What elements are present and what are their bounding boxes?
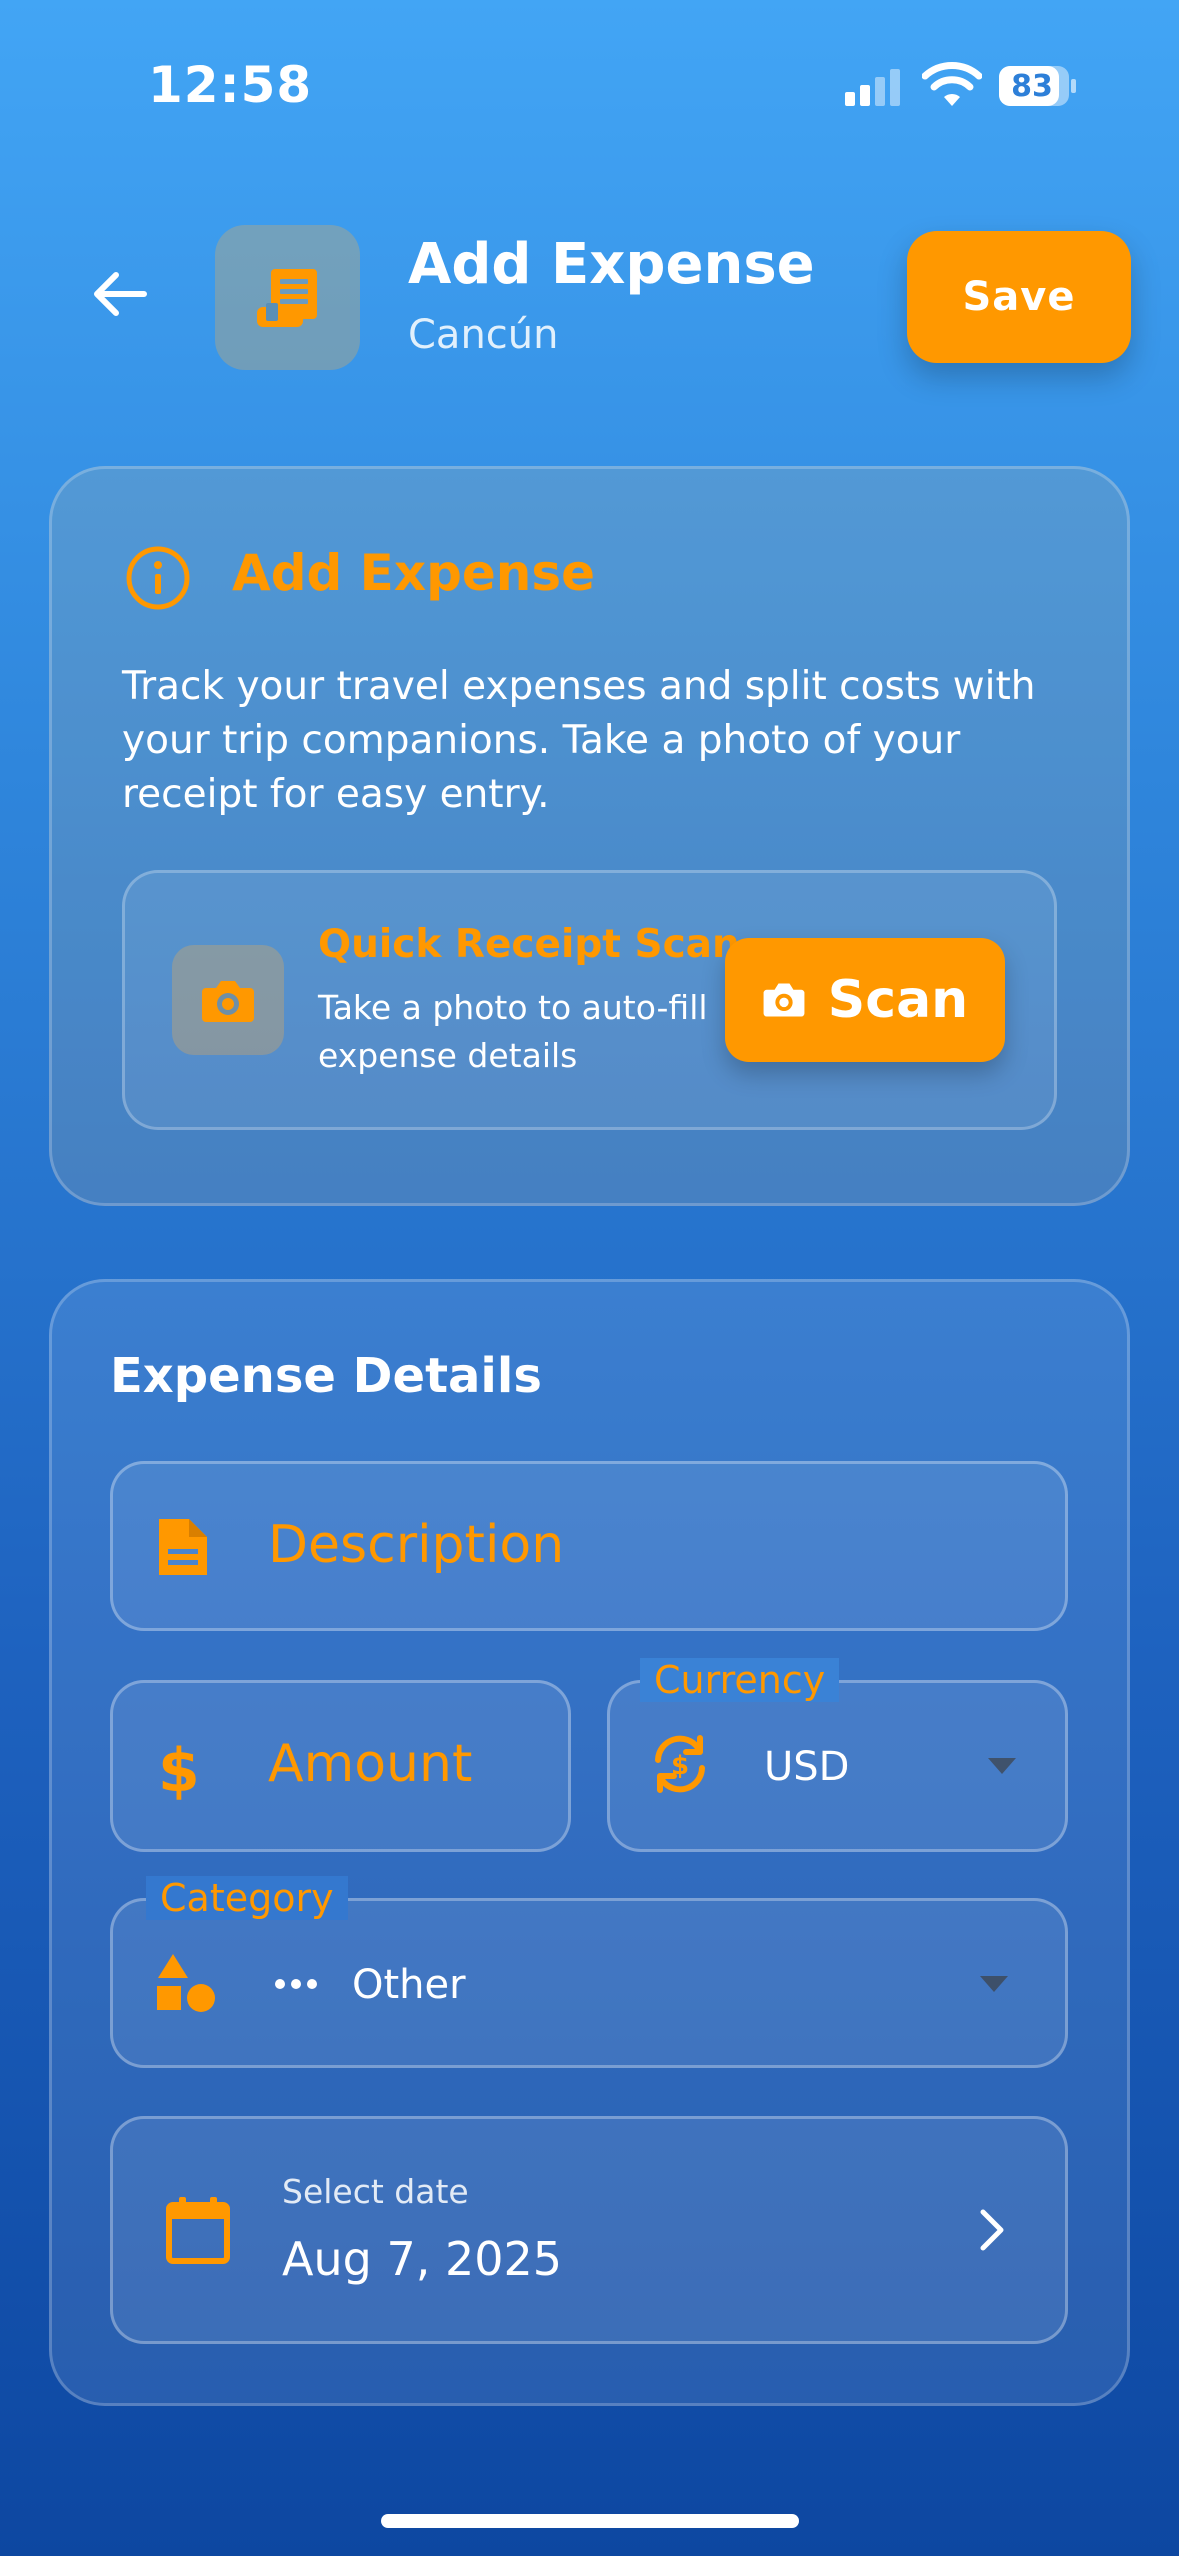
scan-button[interactable]: Scan (725, 938, 1005, 1062)
currency-label: Currency (640, 1658, 840, 1702)
info-circle-icon (126, 546, 190, 610)
cellular-signal-icon (845, 69, 900, 106)
info-card-description: Track your travel expenses and split cos… (122, 664, 1036, 817)
scan-camera-tile (172, 945, 284, 1055)
description-field[interactable] (110, 1461, 1068, 1631)
receipt-icon (257, 269, 317, 327)
dollar-icon: $ (158, 1736, 200, 1806)
info-card-title: Add Expense (232, 544, 596, 602)
category-label: Category (146, 1876, 348, 1920)
scan-button-label: Scan (827, 970, 969, 1030)
battery-level: 83 (1011, 69, 1053, 104)
svg-text:$: $ (671, 1751, 689, 1781)
scan-title: Quick Receipt Scan (318, 922, 740, 967)
date-value: Aug 7, 2025 (282, 2232, 563, 2286)
dropdown-caret-icon (980, 1976, 1008, 1992)
scan-subtitle: Take a photo to auto-fill expense detail… (318, 988, 708, 1075)
currency-value: USD (764, 1744, 850, 1790)
more-dots-icon (275, 1979, 317, 1989)
details-title: Expense Details (110, 1348, 542, 1404)
battery-indicator: 83 (998, 64, 1078, 108)
trip-name: Cancún (408, 312, 559, 358)
dropdown-caret-icon (988, 1758, 1016, 1774)
currency-exchange-icon: $ (655, 1735, 705, 1793)
status-time: 12:58 (148, 56, 313, 114)
page-title: Add Expense (408, 232, 815, 297)
home-indicator[interactable] (381, 2514, 799, 2528)
document-icon (159, 1519, 207, 1575)
calendar-icon (166, 2197, 230, 2264)
category-select[interactable] (110, 1898, 1068, 2068)
amount-placeholder: Amount (268, 1734, 473, 1794)
back-arrow-icon[interactable] (88, 262, 152, 326)
category-value: Other (352, 1962, 466, 2008)
date-label: Select date (282, 2172, 469, 2211)
description-placeholder: Description (268, 1515, 565, 1575)
date-picker[interactable] (110, 2116, 1068, 2344)
shapes-icon (157, 1954, 215, 2012)
chevron-right-icon (980, 2209, 1004, 2251)
save-button[interactable]: Save (907, 231, 1131, 363)
camera-icon (202, 981, 254, 1022)
header-receipt-tile (215, 225, 360, 370)
wifi-icon (922, 62, 982, 106)
camera-icon (763, 983, 805, 1017)
